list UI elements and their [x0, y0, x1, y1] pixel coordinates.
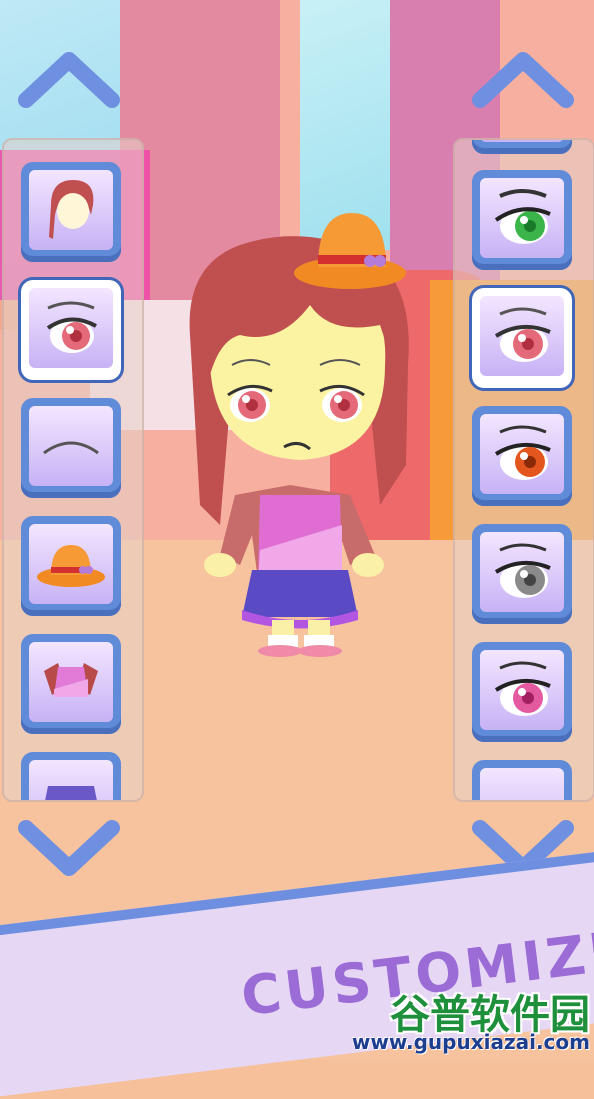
top-icon — [44, 663, 98, 697]
eye-option-top-partial[interactable] — [472, 140, 572, 154]
category-eyes-button[interactable] — [21, 280, 121, 380]
left-scroll-down-button[interactable] — [16, 818, 122, 880]
eye-option-partial[interactable] — [472, 760, 572, 802]
hair-icon — [49, 180, 94, 239]
options-panel[interactable] — [453, 138, 594, 802]
hat-icon — [37, 545, 105, 587]
category-top-button[interactable] — [21, 634, 121, 734]
watermark-url: www.gupuxiazai.com — [351, 1030, 590, 1054]
eye-icon — [486, 793, 558, 802]
eye-option-green[interactable] — [472, 170, 572, 270]
category-mouth-button[interactable] — [21, 398, 121, 498]
pink-eye-icon — [494, 307, 551, 362]
eye-option-orange[interactable] — [472, 406, 572, 506]
category-hair-button[interactable] — [21, 162, 121, 262]
eyes-icon — [46, 301, 97, 353]
eye-option-magenta[interactable] — [472, 642, 572, 742]
gray-eye-icon — [494, 543, 551, 598]
eye-option-gray[interactable] — [472, 524, 572, 624]
category-hat-button[interactable] — [21, 516, 121, 616]
skirt-icon — [45, 786, 97, 800]
chevron-down-icon — [18, 820, 120, 876]
eye-option-pink[interactable] — [472, 288, 572, 388]
left-scroll-up-button[interactable] — [16, 48, 122, 110]
category-panel[interactable] — [2, 138, 144, 802]
chevron-up-icon — [18, 52, 120, 108]
chevron-up-icon — [472, 52, 574, 108]
green-eye-icon — [494, 189, 551, 244]
category-bottom-button[interactable] — [21, 752, 121, 800]
orange-eye-icon — [494, 425, 551, 480]
eyebrow-icon — [43, 441, 99, 455]
character-avatar — [180, 205, 420, 665]
right-scroll-up-button[interactable] — [470, 48, 576, 110]
magenta-eye-icon — [494, 661, 551, 716]
